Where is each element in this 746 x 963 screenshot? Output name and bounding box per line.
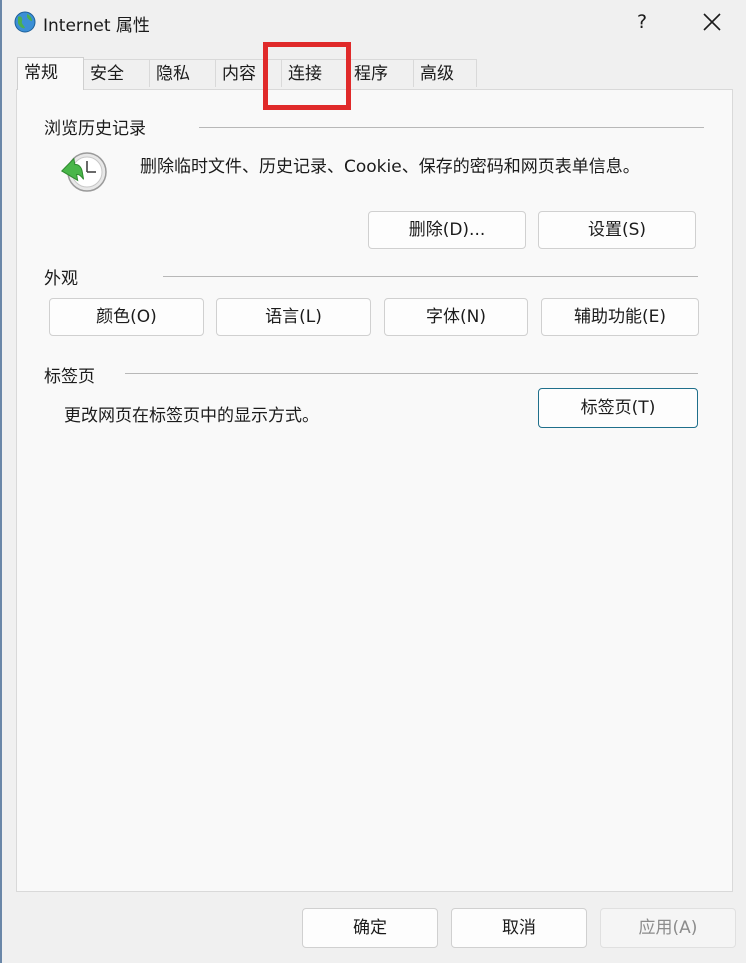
tab-privacy[interactable]: 隐私 [149, 59, 216, 87]
accessibility-button[interactable]: 辅助功能(E) [541, 298, 699, 336]
appearance-divider [163, 276, 698, 277]
window-title: Internet 属性 [43, 16, 150, 36]
tabs-section-label: 标签页 [44, 367, 95, 387]
history-clock-icon [57, 150, 109, 200]
tab-advanced[interactable]: 高级 [413, 59, 477, 87]
close-icon [703, 13, 721, 31]
history-divider [199, 127, 704, 128]
title-bar[interactable]: Internet 属性 ? [2, 0, 746, 44]
general-tab-panel: 浏览历史记录 删除临时文件、历史记录、Cookie、保存的密码和网页表单信息。 … [16, 89, 733, 892]
tabs-settings-button[interactable]: 标签页(T) [538, 388, 698, 428]
delete-history-button[interactable]: 删除(D)... [368, 211, 526, 249]
globe-icon [13, 10, 37, 34]
languages-button[interactable]: 语言(L) [216, 298, 371, 336]
tab-security[interactable]: 安全 [83, 59, 150, 87]
colors-button[interactable]: 颜色(O) [49, 298, 204, 336]
close-button[interactable] [692, 4, 732, 40]
apply-button[interactable]: 应用(A) [600, 908, 736, 948]
cancel-button[interactable]: 取消 [451, 908, 587, 948]
tab-general[interactable]: 常规 [17, 57, 84, 90]
ok-button[interactable]: 确定 [302, 908, 438, 948]
highlight-box [263, 42, 351, 110]
tabs-divider [125, 373, 698, 374]
help-button[interactable]: ? [622, 4, 662, 40]
appearance-section-label: 外观 [44, 269, 78, 289]
history-settings-button[interactable]: 设置(S) [538, 211, 696, 249]
tabs-description: 更改网页在标签页中的显示方式。 [64, 406, 319, 426]
fonts-button[interactable]: 字体(N) [384, 298, 528, 336]
tab-programs[interactable]: 程序 [347, 59, 414, 87]
history-description: 删除临时文件、历史记录、Cookie、保存的密码和网页表单信息。 [140, 157, 640, 177]
history-section-label: 浏览历史记录 [44, 119, 146, 139]
internet-properties-window: Internet 属性 ? 常规 安全 隐私 内容 连接 程序 高级 浏览历史记… [0, 0, 746, 963]
